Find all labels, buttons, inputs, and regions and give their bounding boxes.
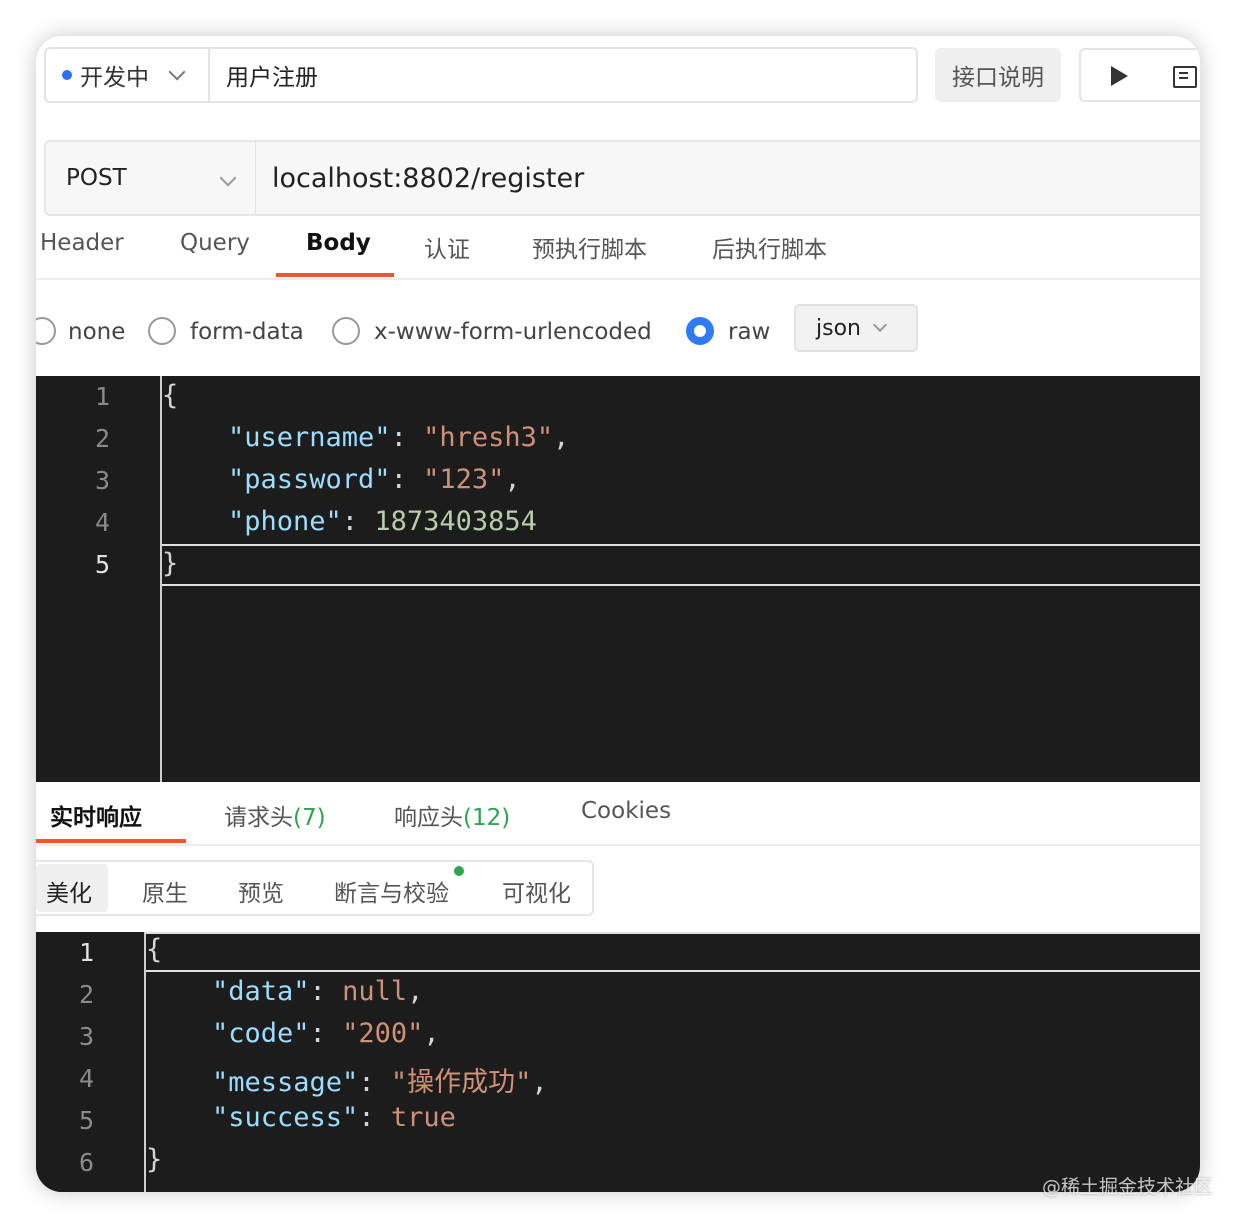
url-input[interactable]: localhost:8802/register <box>256 140 1200 216</box>
radio-urlencoded-label: x-www-form-urlencoded <box>374 319 652 345</box>
raw-format-select[interactable]: json <box>794 304 918 352</box>
line-number: 3 <box>78 1022 94 1051</box>
chevron-down-icon <box>219 169 237 187</box>
line-number: 5 <box>78 1106 94 1135</box>
radio-none[interactable] <box>36 317 56 345</box>
panel-icon[interactable] <box>1173 66 1197 88</box>
json-key: "message" <box>212 1067 359 1098</box>
current-line-highlight <box>162 544 1200 586</box>
chevron-down-icon <box>168 63 186 81</box>
tab-post-script[interactable]: 后执行脚本 <box>712 230 827 264</box>
response-body-viewer[interactable]: 1 2 3 4 5 6 { "data": null, "code": "200… <box>36 932 1200 1192</box>
tab-request-headers[interactable]: 请求头(7) <box>224 798 326 832</box>
json-key: "username" <box>228 422 391 453</box>
run-toolbar <box>1079 48 1200 102</box>
line-number: 4 <box>78 1064 94 1093</box>
line-number: 4 <box>94 508 110 537</box>
code-brace-close: } <box>162 548 179 579</box>
tab-body[interactable]: Body <box>306 230 371 256</box>
view-pretty[interactable]: 美化 <box>46 874 92 908</box>
active-tab-indicator <box>276 273 394 277</box>
assertion-status-dot-icon <box>454 866 464 876</box>
line-number: 1 <box>94 382 110 411</box>
radio-urlencoded[interactable] <box>332 317 360 345</box>
line-number: 1 <box>78 938 94 967</box>
tab-live-response[interactable]: 实时响应 <box>50 798 142 832</box>
tab-cookies[interactable]: Cookies <box>581 798 671 824</box>
code-brace-open: { <box>162 380 179 411</box>
api-doc-button[interactable]: 接口说明 <box>935 48 1061 102</box>
status-dropdown[interactable]: 开发中 <box>44 47 208 103</box>
tab-auth[interactable]: 认证 <box>424 230 470 264</box>
json-value: null <box>342 976 408 1007</box>
tab-header[interactable]: Header <box>40 230 124 256</box>
request-tabs: Header Query Body 认证 预执行脚本 后执行脚本 <box>36 216 1200 280</box>
line-number: 2 <box>94 424 110 453</box>
view-preview[interactable]: 预览 <box>238 874 284 908</box>
status-label: 开发中 <box>80 65 149 91</box>
code-brace-open: { <box>146 934 163 965</box>
json-key: "password" <box>228 464 391 495</box>
json-key: "code" <box>212 1018 310 1049</box>
line-number: 2 <box>78 980 94 1009</box>
json-key: "phone" <box>228 506 342 537</box>
radio-raw[interactable] <box>686 317 714 345</box>
play-icon[interactable] <box>1111 66 1128 86</box>
json-value: "操作成功" <box>390 1067 532 1098</box>
radio-form-data-label: form-data <box>190 319 304 345</box>
tab-response-headers[interactable]: 响应头(12) <box>394 798 510 832</box>
view-assertions[interactable]: 断言与校验 <box>334 874 449 908</box>
radio-raw-label: raw <box>728 319 771 345</box>
view-visualize[interactable]: 可视化 <box>502 874 571 908</box>
watermark: @稀土掘金技术社区 <box>1042 1176 1214 1198</box>
api-name-input[interactable]: 用户注册 <box>208 47 918 103</box>
code-line: "success": true <box>212 1102 456 1133</box>
tab-pre-script[interactable]: 预执行脚本 <box>532 230 647 264</box>
response-tabs: 实时响应 请求头(7) 响应头(12) Cookies <box>36 782 1200 846</box>
url-value: localhost:8802/register <box>272 162 585 194</box>
tab-query[interactable]: Query <box>180 230 250 256</box>
json-value: true <box>390 1102 456 1133</box>
line-number: 6 <box>78 1148 94 1177</box>
code-line: "password": "123", <box>228 464 521 495</box>
json-value: "200" <box>342 1018 424 1049</box>
method-value: POST <box>66 165 127 191</box>
view-raw[interactable]: 原生 <box>142 874 188 908</box>
response-view-tabs: 美化 原生 预览 断言与校验 可视化 <box>36 860 594 916</box>
radio-form-data[interactable] <box>148 317 176 345</box>
active-tab-indicator <box>36 839 186 843</box>
raw-format-value: json <box>816 315 861 341</box>
line-number: 3 <box>94 466 110 495</box>
code-brace-close: } <box>146 1144 163 1175</box>
json-value: "hresh3" <box>423 422 554 453</box>
json-value: 1873403854 <box>374 506 537 537</box>
current-line-highlight <box>146 932 1200 972</box>
json-key: "data" <box>212 976 310 1007</box>
chevron-down-icon <box>872 317 888 333</box>
request-body-editor[interactable]: 1 2 3 4 5 { "username": "hresh3", "passw… <box>36 376 1200 782</box>
json-value: "123" <box>423 464 505 495</box>
code-line: "phone": 1873403854 <box>228 506 537 537</box>
method-select[interactable]: POST <box>44 140 256 216</box>
code-line: "username": "hresh3", <box>228 422 570 453</box>
code-line: "data": null, <box>212 976 424 1007</box>
code-line: "code": "200", <box>212 1018 440 1049</box>
api-name-value: 用户注册 <box>226 65 318 91</box>
code-line: "message": "操作成功", <box>212 1067 548 1098</box>
status-dot-icon <box>62 70 72 80</box>
json-key: "success" <box>212 1102 359 1133</box>
app-window: 开发中 用户注册 接口说明 POST localhost:8802/regist… <box>36 36 1200 1192</box>
line-number: 5 <box>94 550 110 579</box>
radio-none-label: none <box>68 319 126 345</box>
